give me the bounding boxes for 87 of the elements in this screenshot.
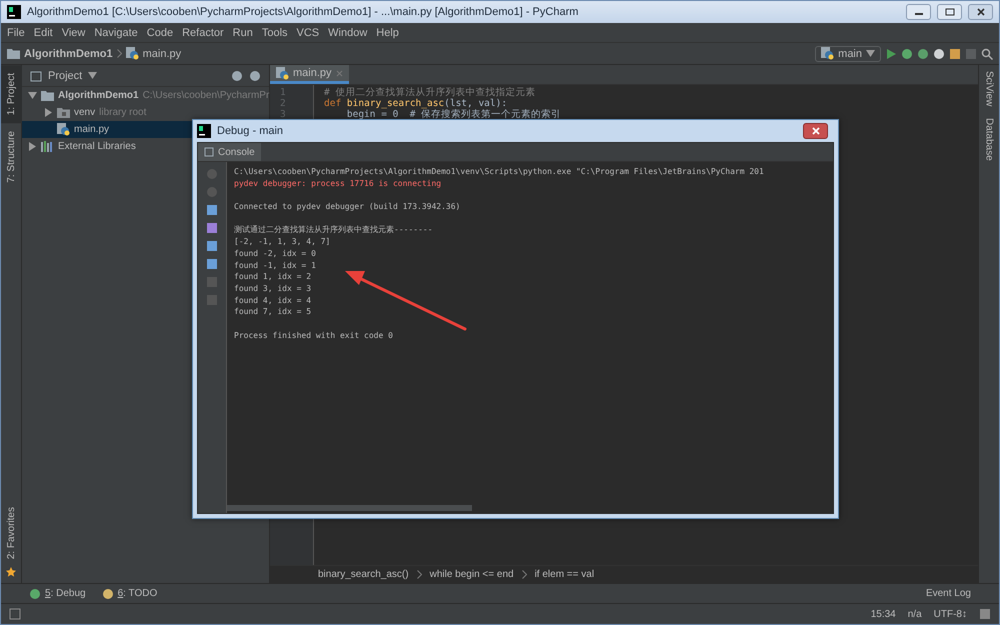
project-view-icon xyxy=(30,70,42,82)
app-logo-icon xyxy=(7,5,21,19)
chevron-icon xyxy=(522,570,527,579)
console-line: Connected to pydev debugger (build 173.3942.36) xyxy=(234,201,462,213)
python-file-icon xyxy=(276,66,289,80)
maximize-button[interactable] xyxy=(937,4,962,20)
code-line: begin = 0 # 保存搜索列表第一个元素的索引 xyxy=(346,109,562,120)
folder-icon xyxy=(41,90,54,101)
console-line: 测试通过二分查找算法从升序列表中查找元素-------- xyxy=(234,224,434,236)
item-name: AlgorithmDemo1 xyxy=(58,90,139,101)
tool-window-tab[interactable]: Database xyxy=(978,112,1000,168)
python-file-icon xyxy=(57,123,70,136)
close-button[interactable] xyxy=(968,4,993,20)
run-icon[interactable] xyxy=(885,48,897,60)
item-name: venv xyxy=(74,107,96,118)
item-name: main.py xyxy=(74,124,110,135)
window-title: AlgorithmDemo1 [C:\Users\cooben\PycharmProjects\AlgorithmDemo1] - ...\main.py [AlgorithmDemo1] - PyCharm xyxy=(27,6,580,18)
expanded-arrow-icon[interactable] xyxy=(866,49,875,58)
menu-item[interactable]: Help xyxy=(376,26,399,38)
folder-icon xyxy=(57,107,70,118)
tool-window-button[interactable]: 5: Debug xyxy=(29,588,86,600)
tool-window-tab[interactable]: 7: Structure xyxy=(0,123,22,191)
console-line: pydev debugger: process 17716 is connecting xyxy=(234,178,442,190)
breadcrumb[interactable]: if elem == val xyxy=(534,569,594,580)
tool-window-button[interactable]: 6: TODO xyxy=(102,588,158,600)
code-line: # 使用二分查找算法从升序列表中查找指定元素 xyxy=(324,87,536,98)
python-file-icon xyxy=(821,47,834,60)
console-icon xyxy=(204,147,214,157)
tool-window-tab[interactable]: 2: Favorites xyxy=(0,498,22,567)
menu-item[interactable]: Refactor xyxy=(182,26,224,38)
menu-item[interactable]: Run xyxy=(232,26,253,38)
console-line: found 1, idx = 2 xyxy=(234,271,312,283)
menu-item[interactable]: Edit xyxy=(34,26,53,38)
file-encoding[interactable]: UTF-8↕ xyxy=(934,608,967,620)
console-line: found 7, idx = 5 xyxy=(234,306,312,318)
close-icon xyxy=(810,127,820,135)
tree-item[interactable]: venv library root xyxy=(22,104,269,121)
menu-item[interactable]: Navigate xyxy=(94,26,138,38)
breadcrumb[interactable]: AlgorithmDemo1 xyxy=(24,48,113,60)
console-line: Process finished with exit code 0 xyxy=(234,330,394,342)
app-logo-icon xyxy=(197,124,211,138)
menu-item[interactable]: Code xyxy=(146,26,174,38)
menu-item[interactable]: File xyxy=(7,26,25,38)
expanded-arrow-icon[interactable] xyxy=(28,91,37,100)
editor-tab[interactable]: main.py xyxy=(270,65,349,84)
tool-window-tab[interactable]: 1: Project xyxy=(0,65,22,124)
menu-item[interactable]: View xyxy=(62,26,86,38)
line-separator[interactable]: n/a xyxy=(908,608,922,620)
search-icon[interactable] xyxy=(981,48,993,60)
panel-title[interactable]: Project xyxy=(48,70,82,82)
console-line: found -1, idx = 1 xyxy=(234,260,317,272)
code-line: def binary_search_asc(lst, val): xyxy=(324,98,508,109)
console-line: [-2, -1, 1, 3, 4, 7] xyxy=(234,236,332,248)
minimize-button[interactable] xyxy=(906,4,931,20)
maximize-icon xyxy=(944,8,954,16)
item-hint: library root xyxy=(99,107,146,118)
console-line: found 3, idx = 3 xyxy=(234,282,312,295)
close-button[interactable] xyxy=(803,123,828,139)
breadcrumb[interactable]: binary_search_asc() xyxy=(318,569,409,580)
caret-position[interactable]: 15:34 xyxy=(870,608,896,620)
collapsed-arrow-icon[interactable] xyxy=(28,142,37,151)
collapsed-arrow-icon[interactable] xyxy=(44,108,53,117)
tree-item[interactable]: AlgorithmDemo1 C:\Users\cooben\PycharmPr xyxy=(22,87,269,104)
star-icon xyxy=(6,567,16,577)
chevron-icon xyxy=(416,570,422,579)
event-log-button[interactable]: Event Log xyxy=(926,588,971,599)
run-config-dropdown[interactable]: main xyxy=(815,46,881,62)
tool-window-tab[interactable]: SciView xyxy=(978,65,1000,112)
menu-item[interactable]: VCS xyxy=(296,26,320,38)
library-icon xyxy=(41,141,54,152)
console-line: C:\Users\cooben\PycharmProjects\AlgorithmDemo1\venv\Scripts\python.exe "C:\Program Files\JetBrains\PyCharm 201 xyxy=(234,166,765,178)
breadcrumb[interactable]: while begin <= end xyxy=(430,569,514,580)
expanded-arrow-icon[interactable] xyxy=(88,71,98,80)
console-line: found -2, idx = 0 xyxy=(234,248,317,260)
folder-icon xyxy=(7,48,20,59)
panel-toggle-icon[interactable] xyxy=(9,608,21,620)
close-icon xyxy=(976,8,986,16)
menu-item[interactable]: Tools xyxy=(262,26,288,38)
python-file-icon xyxy=(126,47,139,60)
stop-icon xyxy=(965,48,977,60)
item-hint: C:\Users\cooben\PycharmPr xyxy=(142,90,270,101)
console-line: found 4, idx = 4 xyxy=(234,294,312,306)
breadcrumb[interactable]: main.py xyxy=(142,48,182,60)
chevron-icon xyxy=(116,49,122,58)
item-name: External Libraries xyxy=(58,141,136,152)
console-tab[interactable]: Console xyxy=(198,143,261,161)
menu-item[interactable]: Window xyxy=(328,26,368,38)
